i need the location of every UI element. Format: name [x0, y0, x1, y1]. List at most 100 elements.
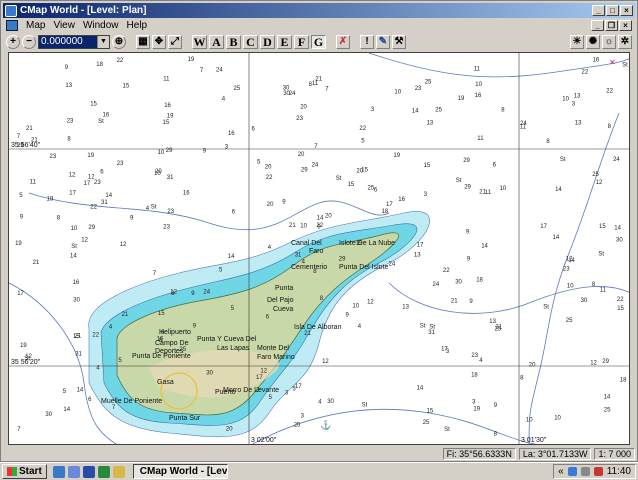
- sounding-label: St: [543, 304, 549, 310]
- tray-expand-icon[interactable]: «: [558, 466, 564, 477]
- ie-icon[interactable]: [52, 465, 65, 478]
- level-e-button[interactable]: E: [277, 35, 292, 49]
- title-bar[interactable]: CMap World - [Level: Plan] _ □ ×: [3, 3, 635, 18]
- sounding-label: 21: [289, 223, 296, 229]
- nautical-chart[interactable]: 8235202315153029915141511141418142461222…: [9, 53, 630, 445]
- network-icon[interactable]: [567, 467, 577, 476]
- chart-map[interactable]: 8 23 5 20 23 15 15 30 29 9 15 14 15 11 14 14 18 14 24 6 12 22…: [8, 52, 630, 445]
- sounding-label: St: [71, 244, 77, 250]
- sounding-label: 19: [167, 113, 174, 119]
- place-name: Punta: [275, 285, 293, 292]
- explorer-icon[interactable]: [112, 465, 125, 478]
- word-icon[interactable]: [82, 465, 95, 478]
- volume-icon[interactable]: [580, 467, 590, 476]
- sounding-label: 17: [540, 224, 547, 230]
- status-bar: Fi: 35°56.6333N La: 3°01.7133W 1: 7 000: [3, 447, 635, 461]
- anchor-icon: ⚓: [320, 419, 331, 430]
- menu-map[interactable]: Map: [22, 20, 49, 31]
- sounding-label: 12: [322, 359, 329, 365]
- doc-close-button[interactable]: ×: [619, 20, 632, 31]
- sounding-label: 16: [475, 93, 482, 99]
- sounding-label: 10: [158, 150, 165, 156]
- sounding-label: 22: [443, 268, 450, 274]
- sounding-label: 12: [590, 360, 597, 366]
- dusk-mode-icon[interactable]: ✺: [586, 35, 600, 49]
- sounding-label: 11: [474, 66, 481, 72]
- doc-restore-button[interactable]: ❐: [605, 20, 618, 31]
- sounding-label: 14: [105, 193, 112, 199]
- start-button[interactable]: Start: [2, 464, 47, 479]
- menu-window[interactable]: Window: [79, 20, 123, 31]
- sounding-label: St: [622, 62, 628, 68]
- measure-icon[interactable]: ✎: [376, 35, 390, 49]
- app-window: CMap World - [Level: Plan] _ □ × Map Vie…: [0, 0, 638, 462]
- sounding-label: 14: [481, 243, 488, 249]
- level-g-button[interactable]: G: [311, 35, 326, 49]
- sounding-label: 17: [386, 202, 393, 208]
- window-title: CMap World - [Level: Plan]: [20, 5, 147, 16]
- grid-icon[interactable]: ▦: [136, 35, 150, 49]
- document-icon[interactable]: [6, 20, 18, 31]
- place-name: Isla De Alboran: [294, 324, 342, 331]
- route-icon[interactable]: ✗: [336, 35, 350, 49]
- place-name: Helipuerto: [159, 329, 191, 336]
- zoom-value[interactable]: 0.000000: [39, 36, 97, 48]
- sounding-label: 25: [435, 108, 442, 114]
- sounding-label: 15: [427, 408, 434, 414]
- minimize-button[interactable]: _: [592, 5, 605, 16]
- fit-icon[interactable]: ⤢: [168, 35, 182, 49]
- menu-view[interactable]: View: [49, 20, 79, 31]
- sounding-label: 14: [317, 216, 324, 222]
- mark-icon[interactable]: !: [360, 35, 374, 49]
- sounding-label: 25: [604, 407, 611, 413]
- sounding-label: St: [444, 427, 450, 433]
- sounding-label: 10: [352, 304, 359, 310]
- maximize-button[interactable]: □: [606, 5, 619, 16]
- level-c-button[interactable]: C: [243, 35, 258, 49]
- center-icon[interactable]: ⊕: [112, 35, 126, 49]
- zoom-field[interactable]: 0.000000 ▼: [38, 35, 110, 49]
- taskbar-item-cmap[interactable]: CMap World - [Level...: [132, 464, 228, 479]
- pan-icon[interactable]: ✥: [152, 35, 166, 49]
- settings-icon[interactable]: ✲: [618, 35, 632, 49]
- sounding-label: 10: [394, 90, 401, 96]
- sounding-label: 30: [283, 91, 290, 97]
- menu-help[interactable]: Help: [123, 20, 152, 31]
- sounding-label: 22: [359, 126, 366, 132]
- sounding-label: 23: [94, 180, 101, 186]
- sounding-label: 30: [581, 298, 588, 304]
- sounding-label: 18: [96, 62, 103, 68]
- level-b-button[interactable]: B: [226, 35, 241, 49]
- sounding-label: 19: [473, 407, 480, 413]
- doc-minimize-button[interactable]: _: [591, 20, 604, 31]
- sounding-label: 25: [592, 172, 599, 178]
- chevron-down-icon[interactable]: ▼: [97, 36, 109, 48]
- sounding-label: 12: [260, 368, 267, 374]
- level-w-button[interactable]: W: [192, 35, 207, 49]
- level-a-button[interactable]: A: [209, 35, 224, 49]
- tools-icon[interactable]: ⚒: [392, 35, 406, 49]
- sounding-label: 22: [617, 297, 624, 303]
- day-mode-icon[interactable]: ☀: [570, 35, 584, 49]
- zoom-out-icon[interactable]: −: [22, 35, 36, 49]
- sounding-label: 21: [122, 312, 129, 318]
- sounding-label: 23: [50, 154, 57, 160]
- place-name: Punta Sur: [169, 415, 201, 422]
- place-name: Cementerio: [291, 264, 327, 271]
- lat-label-1: 35 56'40": [11, 142, 41, 149]
- night-mode-icon[interactable]: ☼: [602, 35, 616, 49]
- sounding-label: 22: [582, 70, 589, 76]
- level-d-button[interactable]: D: [260, 35, 275, 49]
- excel-icon[interactable]: [97, 465, 110, 478]
- security-icon[interactable]: [593, 467, 603, 476]
- close-button[interactable]: ×: [620, 5, 633, 16]
- desktop-icon[interactable]: [67, 465, 80, 478]
- sounding-label: St: [420, 323, 426, 329]
- sounding-label: 13: [65, 83, 72, 89]
- lon-label-2: 3 01'30": [521, 437, 547, 444]
- sounding-label: 21: [479, 190, 486, 196]
- sounding-label: 11: [312, 81, 319, 87]
- zoom-in-icon[interactable]: +: [6, 35, 20, 49]
- sounding-label: 23: [167, 209, 174, 215]
- level-f-button[interactable]: F: [294, 35, 309, 49]
